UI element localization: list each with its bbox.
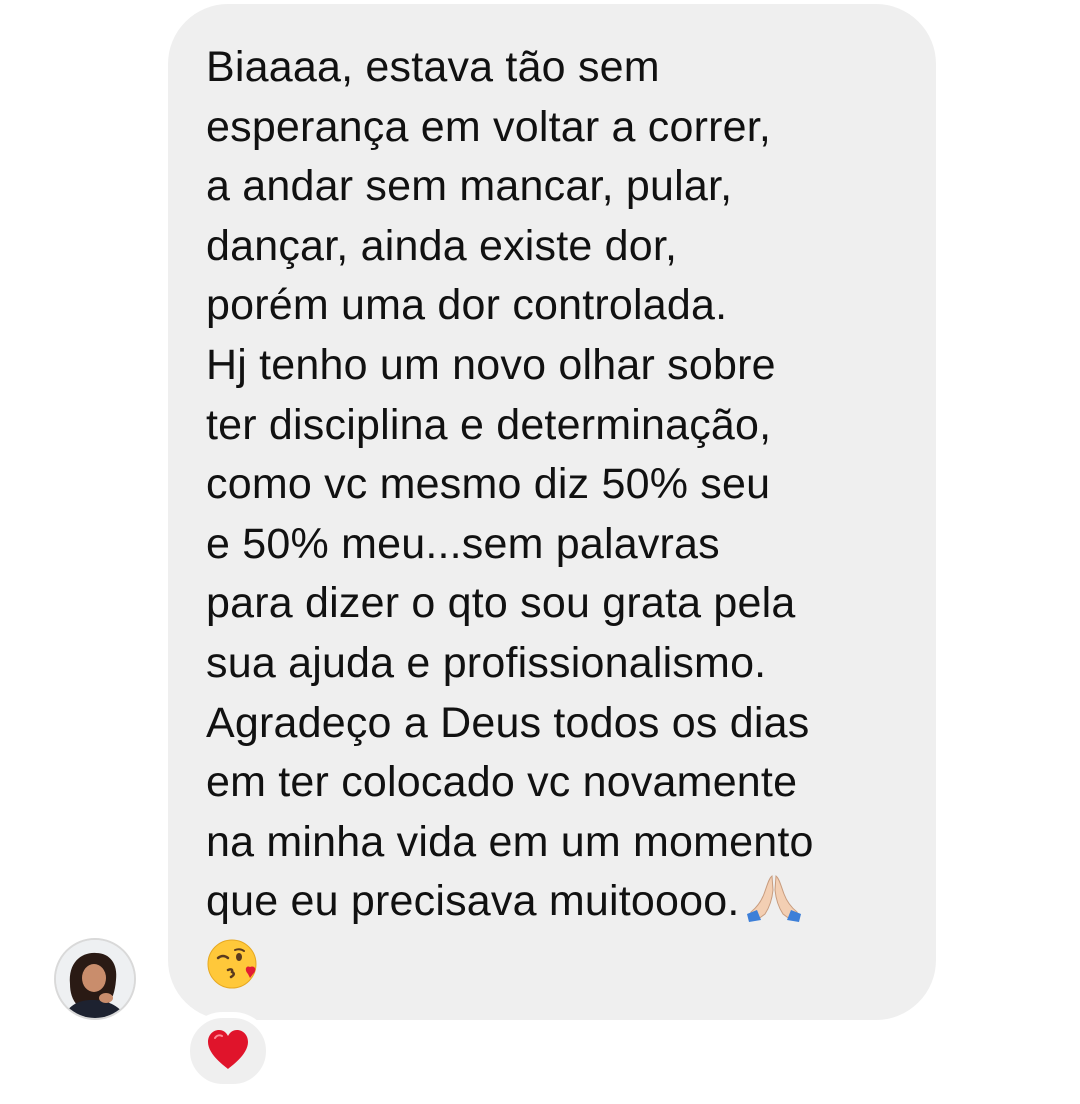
message-line: dançar, ainda existe dor, [206, 221, 678, 270]
message-bubble[interactable]: Biaaaa, estava tão sem esperança em volt… [168, 4, 936, 1020]
message-line: Biaaaa, estava tão sem [206, 43, 660, 91]
message-emoji-line [206, 932, 916, 992]
message-line: sua ajuda e profissionalismo. [206, 638, 767, 687]
message-line: na minha vida em um momento [206, 817, 814, 866]
message-line: e 50% meu...sem palavras [206, 519, 720, 568]
message-line: em ter colocado vc novamente [206, 758, 798, 807]
message-line: Hj tenho um novo olhar sobre [206, 340, 776, 389]
message-line: Agradeço a Deus todos os dias [206, 698, 810, 747]
message-line: como vc mesmo diz 50% seu [206, 460, 771, 509]
message-line: para dizer o qto sou grata pela [206, 579, 796, 628]
heart-reaction-badge[interactable] [184, 1012, 272, 1090]
message-line: a andar sem mancar, pular, [206, 162, 733, 211]
praying-hands-icon [747, 874, 802, 922]
message-line-last: que eu precisava muitoooo. [206, 872, 916, 932]
message-line: porém uma dor controlada. [206, 281, 728, 330]
red-heart-icon [204, 1027, 252, 1076]
avatar-photo [56, 940, 134, 1018]
sender-avatar[interactable] [54, 938, 136, 1020]
chat-message-row: Biaaaa, estava tão sem esperança em volt… [0, 0, 1080, 1104]
kissing-wink-icon [206, 936, 262, 992]
message-line: esperança em voltar a correr, [206, 102, 772, 151]
message-line: ter disciplina e determinação, [206, 400, 772, 449]
message-line: que eu precisava muitoooo. [206, 877, 740, 926]
